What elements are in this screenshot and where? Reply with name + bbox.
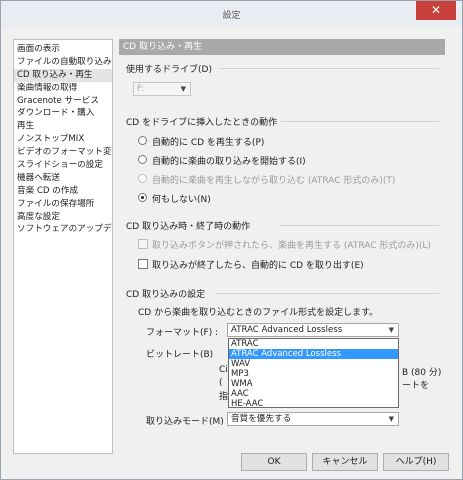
- sidebar-item-display[interactable]: 画面の表示: [14, 43, 112, 56]
- divider: [219, 68, 439, 69]
- note-line2: 指: [219, 392, 229, 402]
- format-option-atrac[interactable]: ATRAC: [229, 339, 398, 349]
- mode-label: 取り込みモード(M) :: [146, 417, 230, 427]
- sidebar-item-playback[interactable]: 再生: [14, 120, 112, 133]
- note-paren: (: [219, 378, 223, 388]
- bitrate-info-fragment: Ci: [219, 365, 228, 375]
- chevron-down-icon: ▼: [388, 415, 394, 423]
- format-option-wma[interactable]: WMA: [229, 379, 398, 389]
- format-option-aac[interactable]: AAC: [229, 389, 398, 399]
- bitrate-info-tail: B (80 分): [402, 368, 442, 378]
- checkbox-play-on-import: [138, 239, 148, 249]
- format-label: フォーマット(F) :: [146, 328, 219, 338]
- sidebar-item-nonstop-mix[interactable]: ノンストップMIX: [14, 133, 112, 146]
- sidebar-item-create-cd[interactable]: 音楽 CD の作成: [14, 185, 112, 198]
- mode-select[interactable]: 音質を優先する ▼: [227, 412, 399, 426]
- radio-play-and-import-label: 自動的に楽曲を再生しながら取り込む (ATRAC 形式のみ)(T): [152, 176, 396, 186]
- drive-select-value: F:: [137, 84, 145, 94]
- sidebar-item-slideshow[interactable]: スライドショーの設定: [14, 159, 112, 172]
- mode-select-value: 音質を優先する: [231, 414, 292, 424]
- checkbox-eject-label: 取り込みが終了したら、自動的に CD を取り出す(E): [152, 261, 364, 271]
- radio-autoplay[interactable]: [138, 136, 147, 145]
- format-dropdown-list: ATRAC ATRAC Advanced Lossless WAV MP3 WM…: [228, 338, 399, 409]
- sidebar-item-auto-import[interactable]: ファイルの自動取り込み: [14, 56, 112, 69]
- sidebar-item-track-info[interactable]: 楽曲情報の取得: [14, 82, 112, 95]
- sidebar-item-update[interactable]: ソフトウェアのアップデート: [14, 223, 112, 236]
- sidebar-item-save-location[interactable]: ファイルの保存場所: [14, 198, 112, 211]
- checkbox-eject[interactable]: [138, 259, 148, 269]
- end-section-title: CD 取り込み時・終了時の動作: [126, 222, 251, 232]
- import-description: CD から楽曲を取り込むときのファイル形式を設定します。: [138, 308, 379, 318]
- window-title: 設定: [222, 11, 241, 21]
- close-button[interactable]: ✕: [416, 1, 456, 20]
- radio-auto-import[interactable]: [138, 155, 147, 164]
- radio-do-nothing-label: 何もしない(N): [152, 195, 211, 205]
- note-tail: ートを: [402, 381, 430, 391]
- sidebar-item-transfer[interactable]: 機器へ転送: [14, 172, 112, 185]
- chevron-down-icon: ▼: [180, 85, 186, 93]
- format-select-value: ATRAC Advanced Lossless: [231, 325, 343, 335]
- format-option-wav[interactable]: WAV: [229, 359, 398, 369]
- ok-button[interactable]: OK: [241, 453, 307, 471]
- radio-do-nothing[interactable]: [138, 193, 147, 202]
- title-bar: 設定 ✕: [1, 1, 462, 27]
- radio-autoplay-label: 自動的に CD を再生する(P): [152, 138, 265, 148]
- import-section-title: CD 取り込みの設定: [126, 290, 206, 300]
- sidebar-item-advanced[interactable]: 高度な設定: [14, 211, 112, 224]
- sidebar-item-cd-import[interactable]: CD 取り込み・再生: [14, 68, 112, 82]
- settings-window: 設定 ✕ 画面の表示 ファイルの自動取り込み CD 取り込み・再生 楽曲情報の取…: [0, 0, 463, 480]
- sidebar-item-download[interactable]: ダウンロード・購入: [14, 107, 112, 120]
- settings-category-list: 画面の表示 ファイルの自動取り込み CD 取り込み・再生 楽曲情報の取得 Gra…: [13, 39, 113, 454]
- panel-header: CD 取り込み・再生: [119, 39, 445, 55]
- divider: [281, 121, 439, 122]
- format-option-mp3[interactable]: MP3: [229, 369, 398, 379]
- drive-label: 使用するドライブ(D): [126, 65, 212, 75]
- format-option-atrac-lossless[interactable]: ATRAC Advanced Lossless: [229, 349, 398, 359]
- checkbox-play-on-import-label: 取り込みボタンが押されたら、楽曲を再生する (ATRAC 形式のみ)(L): [152, 241, 431, 251]
- format-option-he-aac[interactable]: HE-AAC: [229, 399, 398, 409]
- drive-select[interactable]: F: ▼: [133, 82, 191, 96]
- bitrate-label: ビットレート(B): [146, 350, 214, 360]
- insert-section-title: CD をドライブに挿入したときの動作: [126, 118, 278, 128]
- divider: [215, 293, 439, 294]
- chevron-down-icon: ▼: [388, 326, 394, 334]
- help-button[interactable]: ヘルプ(H): [383, 453, 449, 471]
- radio-play-and-import: [138, 174, 147, 183]
- sidebar-item-video-convert[interactable]: ビデオのフォーマット変換: [14, 146, 112, 159]
- divider: [279, 225, 439, 226]
- format-select[interactable]: ATRAC Advanced Lossless ▼: [227, 323, 399, 337]
- cancel-button[interactable]: キャンセル: [312, 453, 378, 471]
- radio-auto-import-label: 自動的に楽曲の取り込みを開始する(I): [152, 157, 306, 167]
- sidebar-item-gracenote[interactable]: Gracenote サービス: [14, 95, 112, 108]
